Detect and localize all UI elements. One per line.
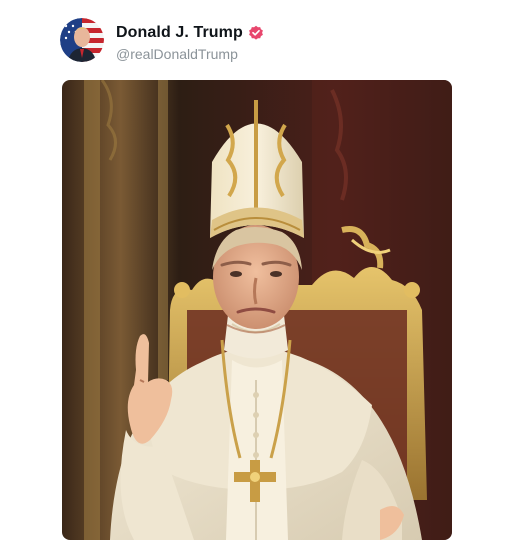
- post-image[interactable]: [62, 80, 452, 540]
- pope-portrait-illustration: [62, 80, 452, 540]
- avatar[interactable]: [60, 18, 104, 62]
- handle[interactable]: @realDonaldTrump: [116, 46, 264, 62]
- avatar-flag-portrait-icon: [60, 18, 104, 62]
- name-block: Donald J. Trump @realDonaldTrump: [116, 22, 264, 62]
- post-header: Donald J. Trump @realDonaldTrump: [60, 18, 480, 66]
- display-name-row: Donald J. Trump: [116, 22, 264, 44]
- display-name[interactable]: Donald J. Trump: [116, 24, 243, 42]
- verified-badge-icon: [248, 25, 263, 40]
